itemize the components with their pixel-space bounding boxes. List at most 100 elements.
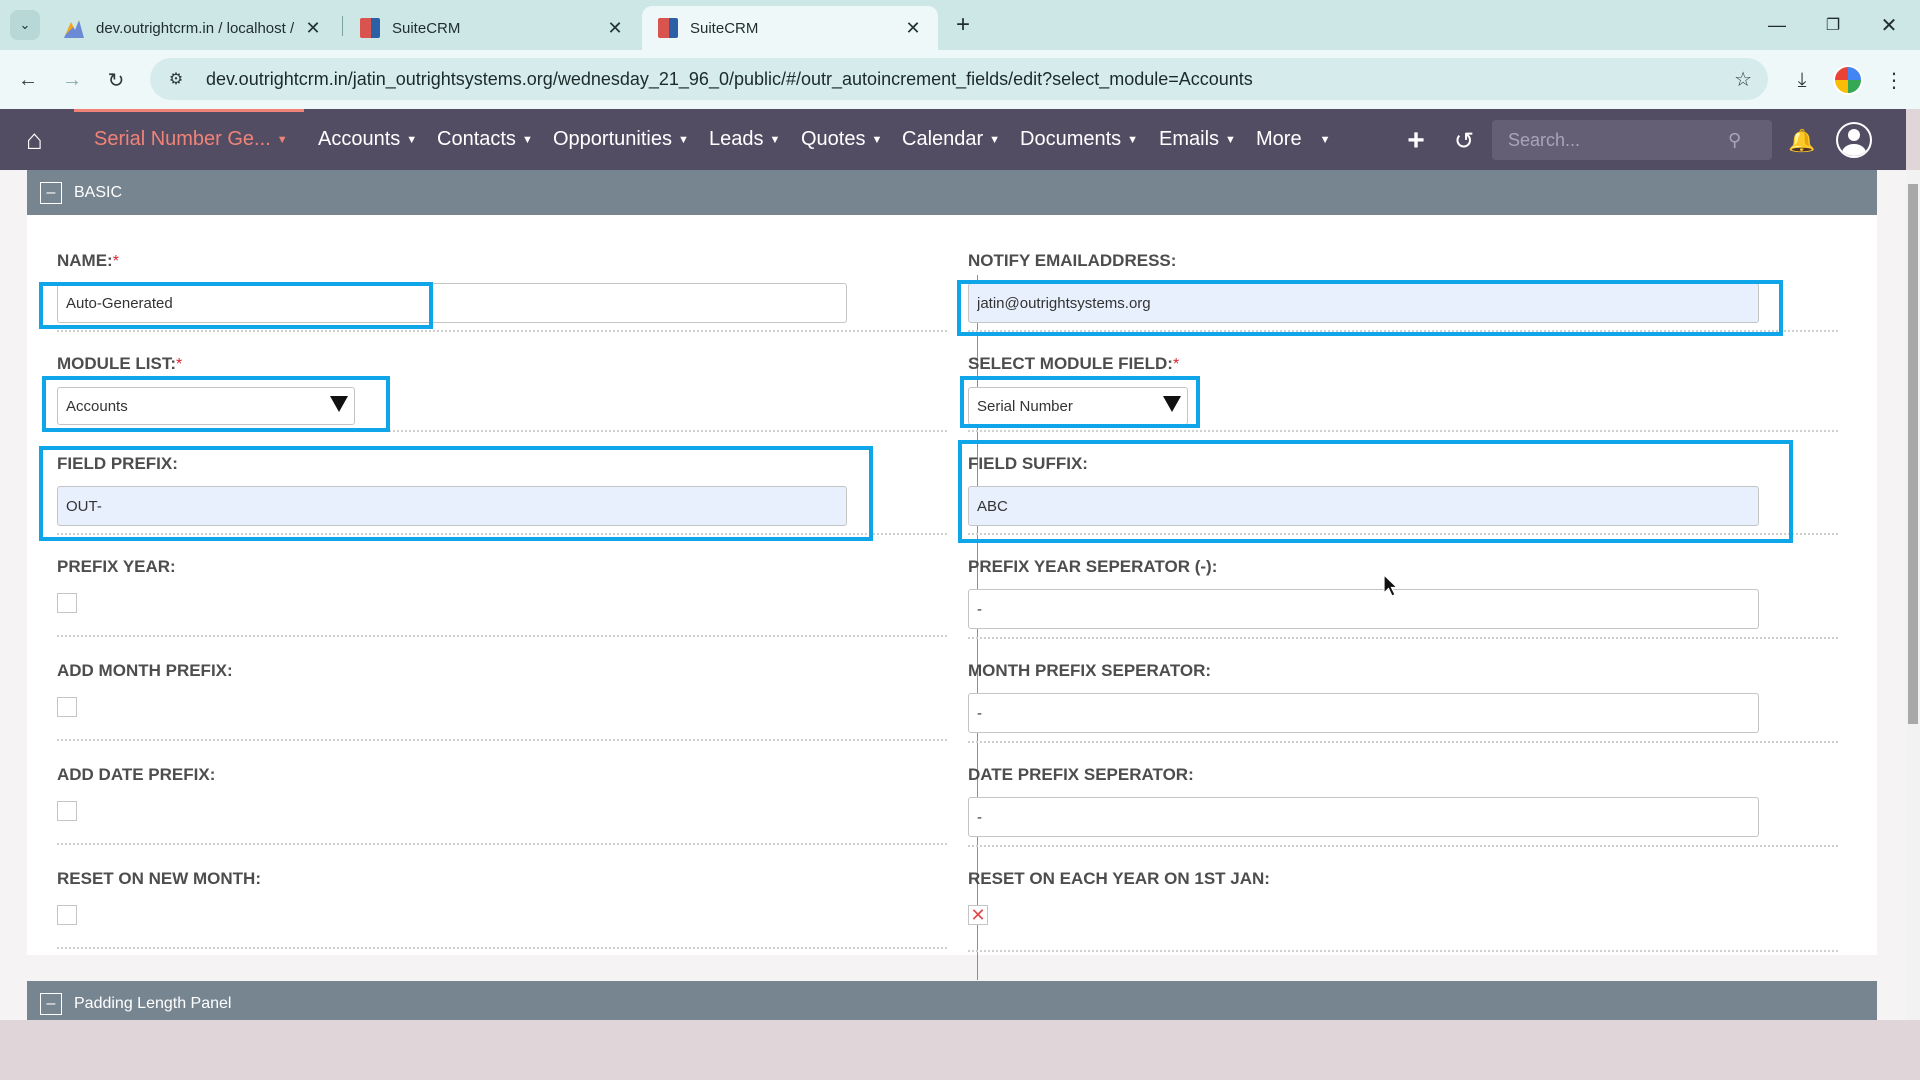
padding-panel-header[interactable]: – Padding Length Panel [27, 981, 1877, 1020]
selected-value: Serial Number [977, 397, 1073, 415]
nav-accounts[interactable]: Accounts ▼ [318, 109, 417, 170]
nav-label: Calendar [902, 128, 984, 150]
prefix-year-separator-input[interactable] [968, 589, 1759, 629]
nav-label: More [1256, 128, 1302, 150]
module-list-select[interactable]: Accounts [57, 387, 355, 425]
nav-label: Contacts [437, 128, 516, 150]
add-date-prefix-checkbox[interactable] [57, 801, 77, 821]
tab-title: SuiteCRM [392, 19, 461, 37]
browser-tab-suitecrm-active[interactable]: SuiteCRM ✕ [642, 6, 938, 50]
field-suffix-label: FIELD SUFFIX: [968, 454, 1088, 473]
tab-close-icon[interactable]: ✕ [902, 18, 924, 39]
caret-down-icon: ▼ [1319, 133, 1331, 146]
select-module-field-select[interactable]: Serial Number [968, 387, 1188, 425]
forward-arrow-icon[interactable]: → [56, 64, 88, 96]
bookmark-star-icon[interactable]: ☆ [1734, 67, 1752, 92]
row-separator [968, 430, 1838, 432]
site-settings-icon[interactable]: ⚙ [164, 67, 188, 91]
notify-email-label: NOTIFY EMAILADDRESS: [968, 251, 1177, 270]
notification-bell-icon[interactable]: 🔔 [1786, 125, 1818, 157]
module-list-label: MODULE LIST:* [57, 354, 183, 373]
back-arrow-icon[interactable]: ← [12, 64, 44, 96]
collapse-minus-icon[interactable]: – [40, 992, 62, 1015]
name-input[interactable] [57, 283, 847, 323]
caret-down-icon: ▼ [871, 133, 883, 146]
browser-tab-bar: ⌄ dev.outrightcrm.in / localhost / ✕ Sui… [0, 0, 1920, 50]
browser-menu-icon[interactable]: ⋮ [1878, 64, 1910, 96]
search-icon[interactable]: ⚲ [1728, 130, 1741, 151]
browser-toolbar: ← → ↻ ⚙ dev.outrightcrm.in/jatin_outrigh… [0, 50, 1920, 109]
close-window-icon[interactable]: ✕ [1866, 8, 1912, 42]
page-scrollbar[interactable] [1906, 170, 1920, 1020]
month-prefix-separator-label: MONTH PREFIX SEPERATOR: [968, 661, 1212, 680]
row-separator [968, 330, 1838, 332]
row-separator [57, 635, 947, 637]
nav-calendar[interactable]: Calendar ▼ [902, 109, 1000, 170]
nav-emails[interactable]: Emails ▼ [1159, 109, 1236, 170]
prefix-year-separator-label: PREFIX YEAR SEPERATOR (-): [968, 557, 1218, 576]
global-search[interactable]: ⚲ [1492, 120, 1772, 160]
row-separator [968, 533, 1838, 535]
nav-label: Opportunities [553, 128, 672, 150]
row-separator [57, 739, 947, 741]
collapse-minus-icon[interactable]: – [40, 181, 62, 204]
caret-down-icon: ▼ [1127, 133, 1139, 146]
prefix-year-checkbox[interactable] [57, 593, 77, 613]
create-plus-icon[interactable]: + [1400, 124, 1432, 157]
browser-tab-suitecrm-1[interactable]: SuiteCRM ✕ [344, 6, 640, 50]
panel-title: BASIC [74, 183, 123, 201]
tab-close-icon[interactable]: ✕ [302, 18, 324, 39]
nav-documents[interactable]: Documents ▼ [1020, 109, 1138, 170]
phpmyadmin-favicon-icon [64, 20, 84, 38]
download-icon[interactable]: ⤓ [1786, 64, 1818, 96]
add-date-prefix-label: ADD DATE PREFIX: [57, 765, 216, 784]
caret-down-icon: ▼ [989, 133, 1001, 146]
notify-email-input[interactable] [968, 283, 1759, 323]
search-input[interactable] [1492, 129, 1722, 151]
nav-opportunities[interactable]: Opportunities ▼ [553, 109, 689, 170]
address-bar[interactable]: ⚙ dev.outrightcrm.in/jatin_outrightsyste… [150, 58, 1768, 100]
mouse-cursor-icon [1383, 574, 1399, 597]
home-icon[interactable]: ⌂ [26, 125, 56, 155]
recent-history-icon[interactable]: ↺ [1448, 125, 1480, 157]
nav-label: Quotes [801, 128, 866, 150]
user-account-icon[interactable] [1836, 122, 1872, 158]
nav-leads[interactable]: Leads ▼ [709, 109, 780, 170]
reset-new-month-checkbox[interactable] [57, 905, 77, 925]
minimize-icon[interactable]: — [1754, 8, 1800, 42]
suitecrm-favicon-icon [658, 18, 678, 38]
row-separator [57, 430, 947, 432]
field-suffix-input[interactable] [968, 486, 1759, 526]
reset-new-month-label: RESET ON NEW MONTH: [57, 869, 261, 888]
nav-serial-number-generator[interactable]: Serial Number Ge... ▼ [74, 109, 304, 170]
nav-more[interactable]: More ▼ [1256, 109, 1330, 170]
new-tab-button[interactable]: + [948, 10, 978, 40]
date-prefix-separator-input[interactable] [968, 797, 1759, 837]
date-prefix-separator-label: DATE PREFIX SEPERATOR: [968, 765, 1194, 784]
row-separator [968, 845, 1838, 847]
nav-contacts[interactable]: Contacts ▼ [437, 109, 533, 170]
scrollbar-thumb[interactable] [1908, 184, 1918, 724]
nav-quotes[interactable]: Quotes ▼ [801, 109, 882, 170]
browser-tab-phpmyadmin[interactable]: dev.outrightcrm.in / localhost / ✕ [48, 6, 338, 50]
tab-search-chevron-icon[interactable]: ⌄ [10, 10, 40, 40]
url-text[interactable]: dev.outrightcrm.in/jatin_outrightsystems… [206, 69, 1253, 90]
crm-navbar: ⌂ Serial Number Ge... ▼ Accounts ▼ Contact… [0, 109, 1906, 170]
profile-avatar[interactable] [1832, 64, 1864, 96]
caret-down-icon: ▼ [406, 133, 418, 146]
add-month-prefix-checkbox[interactable] [57, 697, 77, 717]
month-prefix-separator-input[interactable] [968, 693, 1759, 733]
tab-separator [342, 16, 343, 36]
field-prefix-label: FIELD PREFIX: [57, 454, 178, 473]
caret-down-icon: ▼ [769, 133, 781, 146]
field-prefix-input[interactable] [57, 486, 847, 526]
nav-label: Emails [1159, 128, 1220, 150]
name-label: NAME:* [57, 251, 119, 270]
reload-icon[interactable]: ↻ [100, 64, 132, 96]
reset-each-year-checkbox[interactable]: ✕ [968, 905, 988, 925]
nav-label: Serial Number Ge... [94, 128, 271, 150]
basic-panel-header[interactable]: – BASIC [27, 170, 1877, 215]
tab-close-icon[interactable]: ✕ [604, 18, 626, 39]
restore-icon[interactable]: ❐ [1810, 8, 1856, 42]
dropdown-triangle-icon [330, 396, 348, 412]
